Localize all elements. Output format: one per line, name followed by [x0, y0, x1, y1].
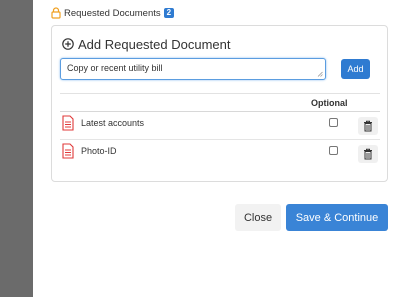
- document-row-latest-accounts: Latest accounts: [60, 112, 380, 140]
- optional-column-header: Optional: [311, 98, 348, 108]
- requested-documents-panel: Add Requested Document Copy or recent ut…: [51, 25, 388, 182]
- plus-circle-icon: [62, 38, 74, 50]
- add-document-button[interactable]: Add: [341, 59, 370, 79]
- close-button[interactable]: Close: [235, 204, 281, 231]
- document-count-badge: 2: [163, 8, 175, 18]
- delete-document-button[interactable]: [358, 117, 378, 135]
- document-row-photo-id: Photo-ID: [60, 140, 380, 168]
- document-name: Latest accounts: [81, 118, 145, 128]
- document-name: Photo-ID: [81, 146, 117, 156]
- pdf-document-icon: [62, 115, 74, 131]
- optional-checkbox[interactable]: [329, 118, 338, 127]
- table-top-divider: [60, 93, 380, 94]
- add-document-title: Add Requested Document: [78, 36, 231, 52]
- left-sidebar-rail: [0, 0, 33, 297]
- save-and-continue-button[interactable]: Save & Continue: [286, 204, 388, 231]
- pdf-document-icon: [62, 143, 74, 159]
- requested-documents-header: Requested Documents 2: [51, 5, 175, 21]
- document-name-input-wrapper: Copy or recent utility bill: [60, 58, 326, 80]
- section-title: Requested Documents: [64, 7, 161, 19]
- trash-icon: [364, 120, 372, 132]
- delete-document-button[interactable]: [358, 145, 378, 163]
- resize-grip-icon[interactable]: [317, 71, 323, 77]
- document-name-input[interactable]: Copy or recent utility bill: [60, 58, 326, 80]
- add-document-heading: Add Requested Document: [62, 36, 230, 52]
- trash-icon: [364, 148, 372, 160]
- lock-icon: [51, 7, 61, 19]
- optional-checkbox[interactable]: [329, 146, 338, 155]
